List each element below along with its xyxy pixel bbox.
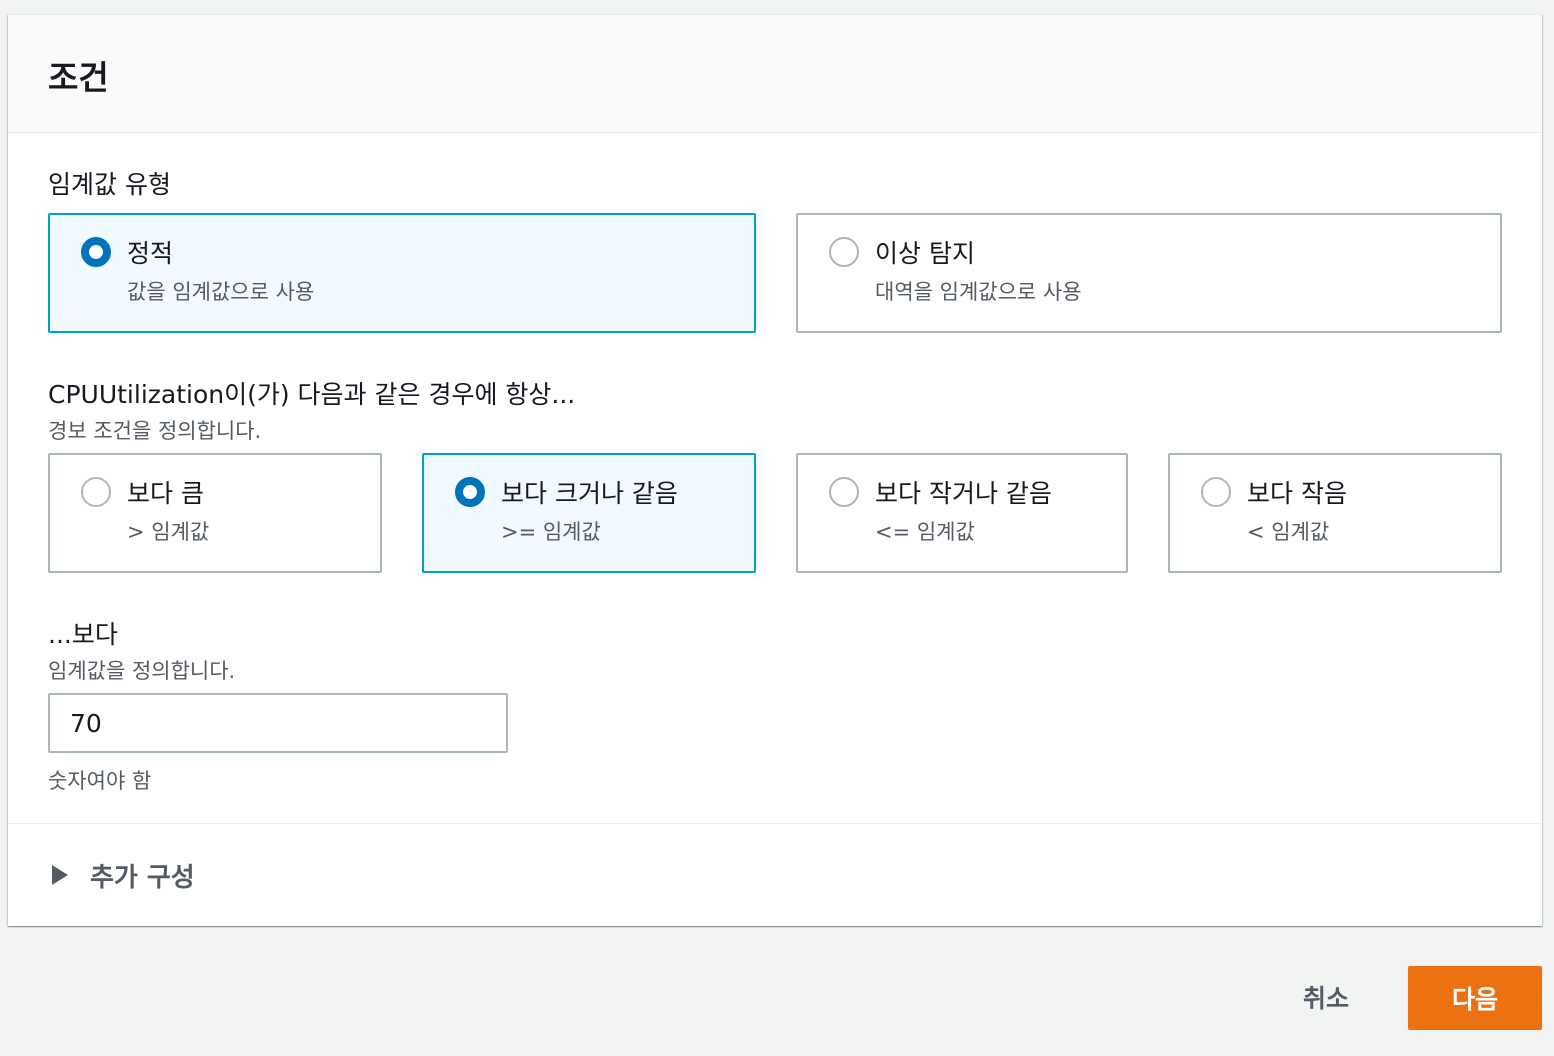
threshold-type-static-tile[interactable]: 정적 값을 임계값으로 사용	[48, 213, 756, 333]
threshold-value-label: ...보다	[48, 620, 118, 649]
tile-desc: < 임계값	[1247, 520, 1330, 544]
divider	[8, 823, 1542, 824]
tile-title: 정적	[127, 239, 174, 268]
tile-title: 이상 탐지	[875, 239, 975, 268]
tile-desc: >= 임계값	[501, 520, 601, 544]
radio-less[interactable]	[1201, 477, 1231, 507]
tile-title: 보다 큼	[127, 479, 204, 508]
radio-less-equal[interactable]	[829, 477, 859, 507]
condition-desc: 경보 조건을 정의합니다.	[48, 419, 262, 443]
tile-desc: 대역을 임계값으로 사용	[875, 280, 1082, 304]
threshold-type-label: 임계값 유형	[48, 170, 171, 199]
threshold-type-anomaly-tile[interactable]: 이상 탐지 대역을 임계값으로 사용	[796, 213, 1502, 333]
radio-greater-equal[interactable]	[455, 477, 485, 507]
threshold-value-input[interactable]	[48, 693, 508, 753]
conditions-panel: 조건 임계값 유형 정적 값을 임계값으로 사용 이상 탐지 대역을 임계값으로…	[8, 14, 1542, 926]
condition-greater-equal-tile[interactable]: 보다 크거나 같음 >= 임계값	[422, 453, 756, 573]
additional-config-expander[interactable]: 추가 구성	[48, 855, 195, 895]
next-button[interactable]: 다음	[1408, 966, 1542, 1030]
threshold-value-hint: 숫자여야 함	[48, 769, 152, 793]
condition-greater-tile[interactable]: 보다 큼 > 임계값	[48, 453, 382, 573]
tile-title: 보다 작음	[1247, 479, 1347, 508]
tile-desc: <= 임계값	[875, 520, 975, 544]
panel-title: 조건	[48, 58, 109, 97]
radio-greater[interactable]	[81, 477, 111, 507]
caret-right-icon	[52, 865, 68, 885]
additional-config-label: 추가 구성	[90, 862, 195, 893]
condition-less-tile[interactable]: 보다 작음 < 임계값	[1168, 453, 1502, 573]
condition-less-equal-tile[interactable]: 보다 작거나 같음 <= 임계값	[796, 453, 1128, 573]
threshold-value-desc: 임계값을 정의합니다.	[48, 659, 236, 683]
condition-label: CPUUtilization이(가) 다음과 같은 경우에 항상...	[48, 380, 576, 409]
panel-header: 조건	[8, 15, 1542, 133]
tile-title: 보다 작거나 같음	[875, 479, 1052, 508]
tile-desc: 값을 임계값으로 사용	[127, 280, 315, 304]
radio-anomaly-detection[interactable]	[829, 237, 859, 267]
cancel-button[interactable]: 취소	[1284, 966, 1368, 1028]
tile-desc: > 임계값	[127, 520, 210, 544]
tile-title: 보다 크거나 같음	[501, 479, 678, 508]
radio-static[interactable]	[81, 237, 111, 267]
